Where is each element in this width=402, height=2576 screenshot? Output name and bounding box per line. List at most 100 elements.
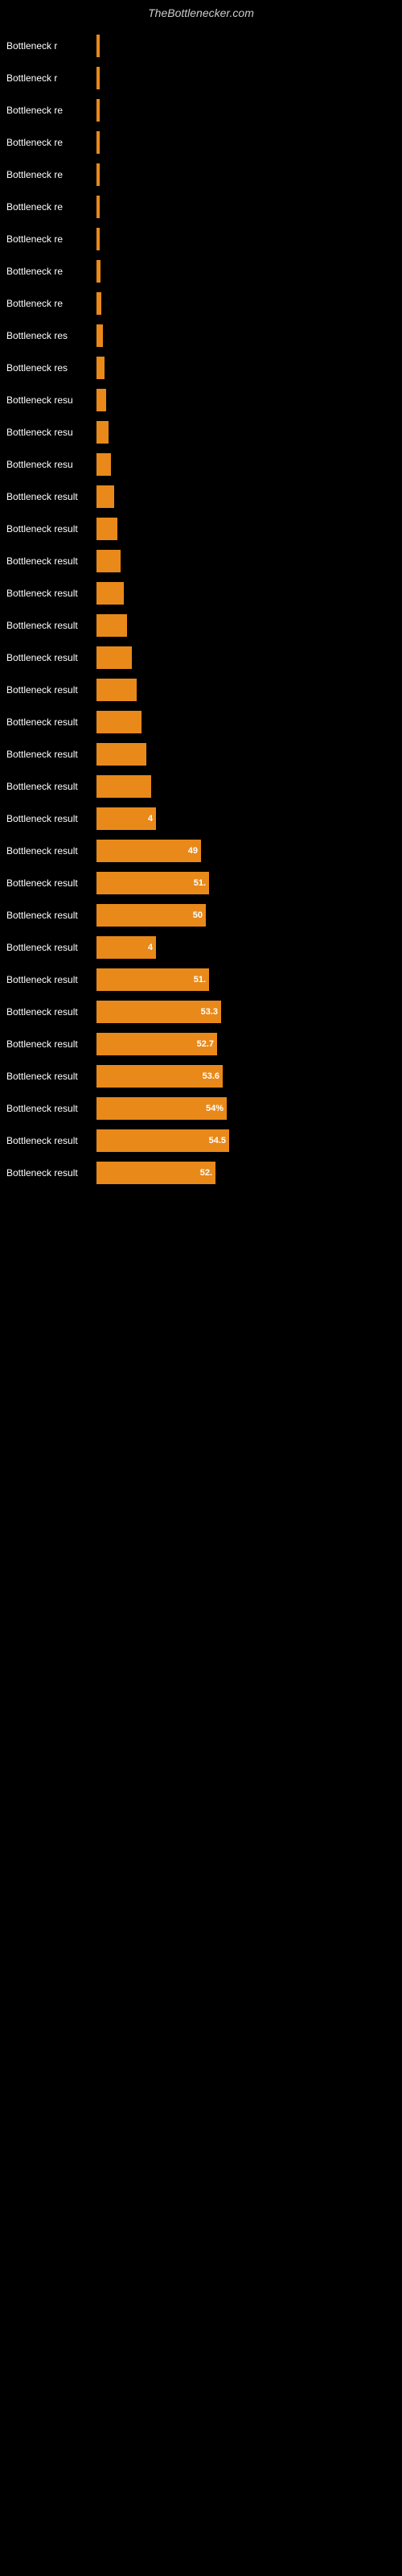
bar xyxy=(96,389,106,411)
bar xyxy=(96,550,121,572)
bar-value: 51. xyxy=(191,975,206,985)
bar-wrap xyxy=(96,357,402,379)
bar-value: 4 xyxy=(145,814,153,824)
bar-row: Bottleneck result xyxy=(0,514,402,544)
bar-wrap: 50 xyxy=(96,904,402,927)
bar-wrap: 4 xyxy=(96,936,402,959)
bar-row: Bottleneck resu xyxy=(0,449,402,480)
bar-wrap xyxy=(96,453,402,476)
bar-row: Bottleneck resu xyxy=(0,417,402,448)
bar-label: Bottleneck result xyxy=(0,1135,96,1146)
bar-label: Bottleneck re xyxy=(0,105,96,116)
bar-row: Bottleneck result xyxy=(0,642,402,673)
bar-wrap: 54.5 xyxy=(96,1129,402,1152)
bar-row: Bottleneck result xyxy=(0,771,402,802)
bar xyxy=(96,743,146,766)
bar-value: 49 xyxy=(185,846,198,856)
bar-wrap: 51. xyxy=(96,872,402,894)
bar: 4 xyxy=(96,807,156,830)
bar xyxy=(96,775,151,798)
bar-value: 52.7 xyxy=(194,1039,214,1049)
bar-value: 50 xyxy=(190,910,203,920)
bar-wrap xyxy=(96,163,402,186)
bar xyxy=(96,614,127,637)
bar-wrap xyxy=(96,324,402,347)
bar-wrap: 52.7 xyxy=(96,1033,402,1055)
bar-label: Bottleneck resu xyxy=(0,427,96,438)
bar-wrap xyxy=(96,389,402,411)
bar-label: Bottleneck result xyxy=(0,588,96,599)
bar xyxy=(96,196,100,218)
bar xyxy=(96,292,101,315)
bar-row: Bottleneck re xyxy=(0,288,402,319)
bar-label: Bottleneck resu xyxy=(0,394,96,406)
bar-wrap xyxy=(96,485,402,508)
bar-wrap xyxy=(96,131,402,154)
bar-label: Bottleneck result xyxy=(0,910,96,921)
bar-label: Bottleneck result xyxy=(0,491,96,502)
bar-value: 54% xyxy=(203,1104,224,1113)
bar xyxy=(96,711,142,733)
bar-row: Bottleneck result 53.6 xyxy=(0,1061,402,1092)
bar-wrap xyxy=(96,67,402,89)
bar-row: Bottleneck result4 xyxy=(0,803,402,834)
bar-value: 54.5 xyxy=(206,1136,226,1146)
bar-value: 53.6 xyxy=(199,1071,219,1081)
bar-label: Bottleneck result xyxy=(0,1038,96,1050)
bar-label: Bottleneck r xyxy=(0,40,96,52)
bar xyxy=(96,518,117,540)
bar-label: Bottleneck result xyxy=(0,1071,96,1082)
bar-wrap: 53.3 xyxy=(96,1001,402,1023)
bar-row: Bottleneck result 50 xyxy=(0,900,402,931)
bar-row: Bottleneck result xyxy=(0,739,402,770)
bar-value: 4 xyxy=(145,943,153,952)
bar: 54% xyxy=(96,1097,227,1120)
bar-wrap xyxy=(96,421,402,444)
bar-label: Bottleneck res xyxy=(0,330,96,341)
bar-row: Bottleneck result xyxy=(0,578,402,609)
bar: 52.7 xyxy=(96,1033,217,1055)
bar-row: Bottleneck result 51. xyxy=(0,964,402,995)
bar-row: Bottleneck result4 xyxy=(0,932,402,963)
bar: 51. xyxy=(96,872,209,894)
bar-wrap xyxy=(96,99,402,122)
bar xyxy=(96,582,124,605)
bar xyxy=(96,324,103,347)
bar-wrap xyxy=(96,260,402,283)
bar-label: Bottleneck result xyxy=(0,749,96,760)
bar: 49 xyxy=(96,840,201,862)
bar-row: Bottleneck result49 xyxy=(0,836,402,866)
bar-wrap: 54% xyxy=(96,1097,402,1120)
bar-row: Bottleneck result xyxy=(0,675,402,705)
bar-row: Bottleneck r xyxy=(0,31,402,61)
bar xyxy=(96,646,132,669)
bar-wrap xyxy=(96,582,402,605)
bar: 4 xyxy=(96,936,156,959)
bar-label: Bottleneck result xyxy=(0,555,96,567)
bar: 54.5 xyxy=(96,1129,229,1152)
bar xyxy=(96,357,105,379)
bar-row: Bottleneck result53.3 xyxy=(0,997,402,1027)
bar-wrap xyxy=(96,646,402,669)
bar-row: Bottleneck result52. xyxy=(0,1158,402,1188)
bar xyxy=(96,485,114,508)
bar: 50 xyxy=(96,904,206,927)
bar: 52. xyxy=(96,1162,215,1184)
bar-wrap xyxy=(96,679,402,701)
bar-label: Bottleneck result xyxy=(0,974,96,985)
bar-label: Bottleneck re xyxy=(0,137,96,148)
bar-label: Bottleneck result xyxy=(0,1006,96,1018)
bar-wrap: 51. xyxy=(96,968,402,991)
bar-wrap xyxy=(96,743,402,766)
bar-row: Bottleneck result xyxy=(0,481,402,512)
bar-wrap: 52. xyxy=(96,1162,402,1184)
bar-row: Bottleneck re xyxy=(0,192,402,222)
bar-label: Bottleneck re xyxy=(0,233,96,245)
bar-label: Bottleneck re xyxy=(0,266,96,277)
bar-label: Bottleneck result xyxy=(0,620,96,631)
bar-label: Bottleneck re xyxy=(0,169,96,180)
bar xyxy=(96,131,100,154)
bar xyxy=(96,260,100,283)
bar-wrap xyxy=(96,614,402,637)
bar-label: Bottleneck res xyxy=(0,362,96,374)
